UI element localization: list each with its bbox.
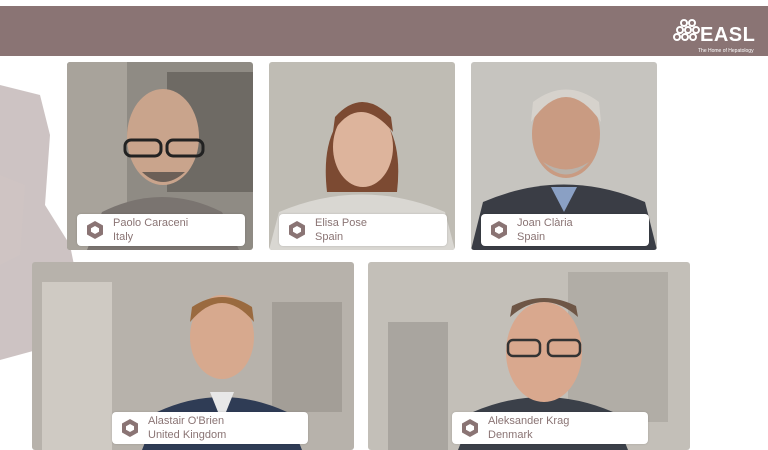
easl-logo-icon <box>673 19 700 41</box>
hexagon-icon <box>491 221 507 239</box>
participant-name: Paolo Caraceni <box>113 217 189 229</box>
hexagon-icon <box>122 419 138 437</box>
video-tile-4[interactable]: Alastair O'Brien United Kingdom <box>32 262 354 450</box>
participant-country: Italy <box>113 231 134 243</box>
nameplate: Aleksander Krag Denmark <box>452 412 648 444</box>
video-tile-2[interactable]: Elisa Pose Spain <box>269 62 455 250</box>
nameplate: Elisa Pose Spain <box>279 214 447 246</box>
participant-country: Denmark <box>488 429 533 441</box>
logo-tagline: The Home of Hepatology <box>698 48 754 54</box>
participant-country: Spain <box>315 231 344 243</box>
nameplate: Paolo Caraceni Italy <box>77 214 245 246</box>
participant-country: United Kingdom <box>148 429 227 441</box>
video-tile-3[interactable]: Joan Clària Spain <box>471 62 657 250</box>
participant-country: Spain <box>517 231 546 243</box>
video-tile-5[interactable]: Aleksander Krag Denmark <box>368 262 690 450</box>
logo-text: EASL <box>700 24 756 46</box>
hexagon-icon <box>462 419 478 437</box>
hexagon-icon <box>289 221 305 239</box>
participant-name: Aleksander Krag <box>488 415 570 427</box>
nameplate: Joan Clària Spain <box>481 214 649 246</box>
top-band: EASL The Home of Hepatology <box>0 6 768 56</box>
participant-name: Alastair O'Brien <box>148 415 225 427</box>
participant-name: Joan Clària <box>517 217 573 229</box>
nameplate: Alastair O'Brien United Kingdom <box>112 412 308 444</box>
hexagon-icon <box>87 221 103 239</box>
participant-name: Elisa Pose <box>315 217 367 229</box>
easl-logo: EASL The Home of Hepatology <box>672 14 762 58</box>
video-tile-1[interactable]: Paolo Caraceni Italy <box>67 62 253 250</box>
